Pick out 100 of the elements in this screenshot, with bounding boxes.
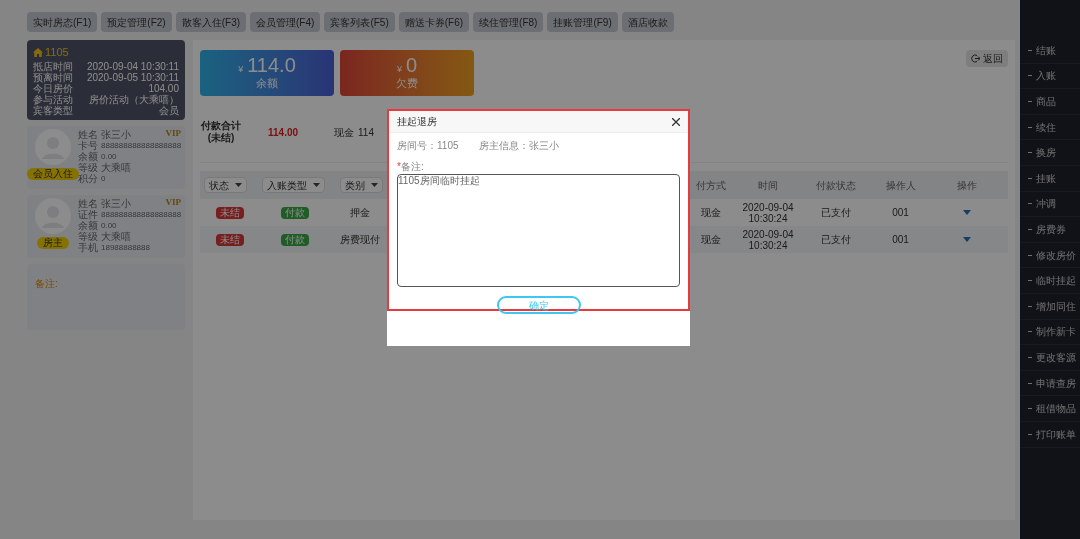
caret-icon — [963, 237, 971, 242]
confirm-button[interactable]: 确定 — [496, 296, 581, 314]
nav-tab[interactable]: 酒店收款 — [621, 12, 674, 32]
summary-amount: 114.0 — [247, 55, 296, 76]
dash-icon — [1028, 49, 1032, 51]
nav-tab[interactable]: 赠送卡券(F6) — [398, 12, 470, 32]
notes-field[interactable]: 1105房间临时挂起 — [397, 174, 680, 287]
info-label: 今日房价 — [33, 82, 73, 94]
action-item[interactable]: 房费券 — [1020, 217, 1080, 243]
dash-icon — [1028, 203, 1032, 205]
dash-icon — [1028, 280, 1032, 282]
action-item[interactable]: 增加同住 — [1020, 293, 1080, 320]
caret-icon — [235, 183, 242, 187]
action-item[interactable]: 商品 — [1020, 89, 1080, 115]
field-label: 手机 — [78, 241, 98, 253]
dash-icon — [1028, 152, 1032, 154]
vip-label: VIP — [165, 126, 181, 140]
filter-select[interactable]: 状态 — [204, 177, 247, 193]
field-label: 证件 — [78, 208, 98, 220]
nav-tab[interactable]: 散客入住(F3) — [175, 12, 247, 32]
method-label: 现金 — [334, 125, 355, 140]
table-cell-text: 押金 — [350, 206, 370, 220]
dash-icon — [1028, 75, 1032, 77]
field-label: 姓名 — [78, 128, 98, 140]
action-item[interactable]: 换房 — [1020, 140, 1080, 166]
nav-tab[interactable]: 挂账管理(F9) — [547, 12, 618, 32]
summary-label: 欠费 — [396, 76, 418, 91]
dash-icon — [1028, 382, 1032, 384]
column-header: 付方式 — [694, 178, 727, 193]
type-tag: 付款 — [281, 206, 309, 219]
field-value: 大乘嘻 — [101, 161, 131, 173]
field-label: 等级 — [78, 230, 98, 242]
action-item[interactable]: 租借物品 — [1020, 396, 1080, 422]
summary-label: 余额 — [256, 76, 278, 91]
table-cell-text: 001 — [892, 206, 909, 220]
close-icon — [672, 117, 680, 126]
close-button[interactable] — [672, 117, 680, 126]
notes-label: 备注: — [400, 160, 424, 174]
table-cell-text: 房费现付 — [340, 233, 380, 247]
owner-info: 房主信息：张三小 — [478, 139, 559, 153]
table-cell-text: 已支付 — [820, 206, 851, 220]
action-item[interactable]: 续住 — [1020, 114, 1080, 141]
dropdown-button[interactable] — [963, 237, 971, 242]
action-item[interactable]: 入账 — [1020, 63, 1080, 90]
action-item[interactable]: 制作新卡 — [1020, 319, 1080, 346]
action-item[interactable]: 临时挂起 — [1020, 268, 1080, 294]
nav-tab[interactable]: 实时房态(F1) — [27, 12, 98, 32]
field-value: 888888888888888888 — [101, 140, 182, 151]
caret-icon — [313, 183, 320, 187]
column-header: 操作 — [956, 178, 978, 193]
info-value: 会员 — [159, 104, 179, 116]
dash-icon — [1028, 305, 1032, 307]
required-mark: * — [397, 160, 401, 174]
status-tag: 未结 — [216, 233, 244, 246]
room-info: 房间号：1105 — [397, 139, 459, 153]
field-label: 等级 — [78, 161, 98, 173]
caret-icon — [371, 183, 378, 187]
guest-tag: 房主 — [37, 236, 69, 249]
exit-icon — [971, 54, 980, 63]
caret-icon — [963, 210, 971, 215]
currency-symbol: ¥ — [396, 63, 402, 77]
dropdown-button[interactable] — [963, 210, 971, 215]
field-value: 张三小 — [101, 197, 131, 209]
dash-icon — [1028, 433, 1032, 435]
action-item[interactable]: 结账 — [1020, 38, 1080, 64]
dash-icon — [1028, 356, 1032, 358]
action-item[interactable]: 打印账单 — [1020, 421, 1080, 448]
dash-icon — [1028, 126, 1032, 128]
type-tag: 付款 — [281, 233, 309, 246]
field-value: 18988888888 — [101, 241, 150, 253]
dash-icon — [1028, 331, 1032, 333]
nav-tab[interactable]: 续住管理(F8) — [473, 12, 544, 32]
action-item[interactable]: 更改客源 — [1020, 345, 1080, 371]
action-item[interactable]: 申请查房 — [1020, 370, 1080, 397]
guest-tag: 会员入住 — [27, 167, 79, 180]
info-value: 104.00 — [148, 82, 179, 94]
total-amount: 114.00 — [268, 125, 299, 140]
notes-label: 备注: — [35, 277, 58, 289]
dialog-title: 挂起退房 — [397, 115, 437, 129]
method-amount: 114 — [358, 125, 374, 140]
column-header: 操作人 — [884, 178, 917, 193]
back-button[interactable]: 返回 — [966, 50, 1008, 67]
info-value: 房价活动（大乘嘻） — [89, 93, 179, 105]
filter-select[interactable]: 入账类型 — [262, 177, 325, 193]
table-cell-text: 现金 — [700, 233, 721, 247]
nav-tab[interactable]: 会员管理(F4) — [250, 12, 321, 32]
action-item[interactable]: 冲调 — [1020, 191, 1080, 218]
table-cell-text: 001 — [892, 233, 909, 247]
dash-icon — [1028, 254, 1032, 256]
table-cell: 2020-09-04 10:30:24 — [742, 228, 794, 251]
filter-select[interactable]: 类别 — [340, 177, 383, 193]
nav-tab[interactable]: 预定管理(F2) — [101, 12, 172, 32]
nav-tab[interactable]: 宾客列表(F5) — [324, 12, 395, 32]
table-cell: 2020-09-04 10:30:24 — [742, 201, 794, 224]
field-label: 卡号 — [78, 139, 98, 151]
action-item[interactable]: 修改房价 — [1020, 242, 1080, 269]
summary-amount: 0 — [405, 55, 418, 76]
dash-icon — [1028, 228, 1032, 230]
dash-icon — [1028, 408, 1032, 410]
action-item[interactable]: 挂账 — [1020, 165, 1080, 192]
